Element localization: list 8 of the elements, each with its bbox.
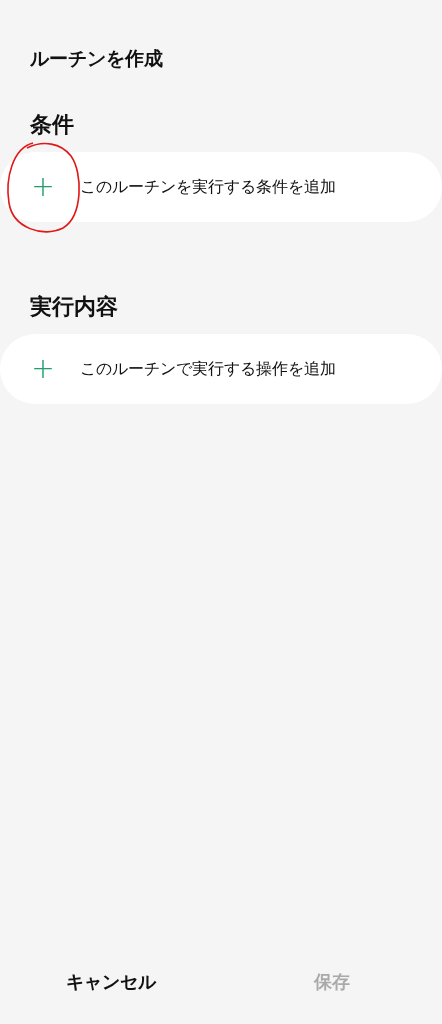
cancel-button[interactable]: キャンセル [0,962,221,1002]
section-heading: 実行内容 [30,293,118,321]
section-heading: 条件 [30,111,74,139]
add-row-button[interactable]: + このルーチンで実行する操作を追加 [0,334,442,404]
add-row-button[interactable]: + このルーチンを実行する条件を追加 [0,152,442,222]
page-title: ルーチンを作成 [30,46,163,71]
plus-icon: + [28,173,58,201]
plus-icon: + [28,355,58,383]
